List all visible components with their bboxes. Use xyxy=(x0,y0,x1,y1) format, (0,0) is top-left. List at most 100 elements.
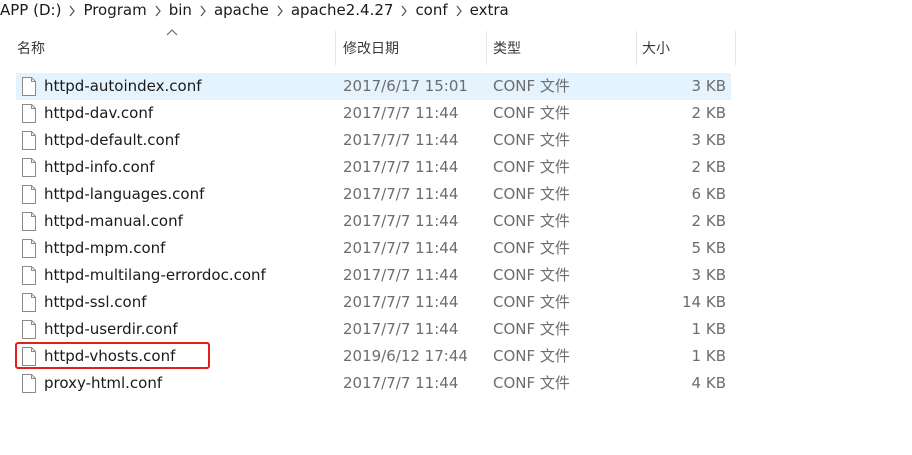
file-size: 4 KB xyxy=(691,374,726,392)
breadcrumb-item[interactable]: Program xyxy=(83,1,146,19)
column-header: 名称 修改日期 类型 大小 xyxy=(0,29,736,65)
breadcrumb-item[interactable]: apache2.4.27 xyxy=(291,1,394,19)
file-size: 1 KB xyxy=(691,347,726,365)
file-row[interactable]: httpd-dav.conf 2017/7/7 11:44 CONF 文件 2 KB xyxy=(0,100,736,127)
file-type: CONF 文件 xyxy=(493,293,570,311)
chevron-right-icon[interactable] xyxy=(192,1,214,19)
file-icon xyxy=(22,185,36,204)
file-row[interactable]: httpd-userdir.conf 2017/7/7 11:44 CONF 文件 1… xyxy=(0,316,736,343)
file-name: httpd-vhosts.conf xyxy=(44,347,176,365)
file-name: httpd-userdir.conf xyxy=(44,320,178,338)
file-date: 2017/7/7 11:44 xyxy=(343,212,459,230)
file-row[interactable]: httpd-ssl.conf 2017/7/7 11:44 CONF 文件 14 KB xyxy=(0,289,736,316)
file-name: httpd-multilang-errordoc.conf xyxy=(44,266,266,284)
breadcrumb-item[interactable]: conf xyxy=(415,1,447,19)
file-name: httpd-mpm.conf xyxy=(44,239,166,257)
file-type: CONF 文件 xyxy=(493,77,570,95)
file-type: CONF 文件 xyxy=(493,104,570,122)
file-explorer: APP (D:) Program bin apache apache2.4.27 conf… xyxy=(0,0,912,455)
file-size: 1 KB xyxy=(691,320,726,338)
file-row[interactable]: httpd-languages.conf 2017/7/7 11:44 CONF 文… xyxy=(0,181,736,208)
column-type-label: 类型 xyxy=(493,41,521,57)
file-icon xyxy=(22,131,36,150)
file-size: 3 KB xyxy=(691,77,726,95)
file-type: CONF 文件 xyxy=(493,239,570,257)
file-size: 6 KB xyxy=(691,185,726,203)
chevron-right-icon[interactable] xyxy=(393,1,415,19)
file-date: 2017/7/7 11:44 xyxy=(343,239,459,257)
chevron-right-icon[interactable] xyxy=(448,1,470,19)
column-date-header[interactable]: 修改日期 xyxy=(343,31,485,65)
file-row[interactable]: httpd-mpm.conf 2017/7/7 11:44 CONF 文件 5 KB xyxy=(0,235,736,262)
file-row[interactable]: httpd-info.conf 2017/7/7 11:44 CONF 文件 2 KB xyxy=(0,154,736,181)
file-row[interactable]: httpd-multilang-errordoc.conf 2017/7/7 11… xyxy=(0,262,736,289)
file-date: 2017/7/7 11:44 xyxy=(343,131,459,149)
column-divider[interactable] xyxy=(486,31,487,65)
column-name-label: 名称 xyxy=(17,41,45,57)
file-name: httpd-autoindex.conf xyxy=(44,77,202,95)
file-icon xyxy=(22,347,36,366)
column-divider[interactable] xyxy=(335,31,336,65)
file-date: 2017/7/7 11:44 xyxy=(343,320,459,338)
file-name: httpd-ssl.conf xyxy=(44,293,147,311)
breadcrumb-item[interactable]: bin xyxy=(169,1,192,19)
file-icon xyxy=(22,374,36,393)
column-type-header[interactable]: 类型 xyxy=(493,31,635,65)
file-type: CONF 文件 xyxy=(493,266,570,284)
file-size: 2 KB xyxy=(691,158,726,176)
file-date: 2017/7/7 11:44 xyxy=(343,158,459,176)
file-list: httpd-autoindex.conf 2017/6/17 15:01 CONF … xyxy=(0,73,736,397)
file-type: CONF 文件 xyxy=(493,131,570,149)
file-name: httpd-languages.conf xyxy=(44,185,205,203)
column-size-label: 大小 xyxy=(642,41,670,57)
file-type: CONF 文件 xyxy=(493,320,570,338)
breadcrumb-item[interactable]: extra xyxy=(470,1,509,19)
file-icon xyxy=(22,293,36,312)
breadcrumb: APP (D:) Program bin apache apache2.4.27 conf… xyxy=(0,0,509,20)
file-type: CONF 文件 xyxy=(493,347,570,365)
file-row[interactable]: httpd-vhosts.conf 2019/6/12 17:44 CONF 文件 1… xyxy=(0,343,736,370)
file-icon xyxy=(22,212,36,231)
file-size: 14 KB xyxy=(682,293,726,311)
breadcrumb-item[interactable]: APP (D:) xyxy=(0,1,61,19)
file-date: 2017/7/7 11:44 xyxy=(343,266,459,284)
file-date: 2017/6/17 15:01 xyxy=(343,77,468,95)
file-name: proxy-html.conf xyxy=(44,374,163,392)
column-name-header[interactable]: 名称 xyxy=(17,31,334,65)
breadcrumb-item[interactable]: apache xyxy=(214,1,269,19)
file-row[interactable]: proxy-html.conf 2017/7/7 11:44 CONF 文件 4 KB xyxy=(0,370,736,397)
file-type: CONF 文件 xyxy=(493,185,570,203)
chevron-right-icon[interactable] xyxy=(269,1,291,19)
file-type: CONF 文件 xyxy=(493,212,570,230)
file-icon xyxy=(22,158,36,177)
file-size: 3 KB xyxy=(691,266,726,284)
file-icon xyxy=(22,320,36,339)
column-date-label: 修改日期 xyxy=(343,41,399,57)
file-date: 2019/6/12 17:44 xyxy=(343,347,468,365)
file-size: 3 KB xyxy=(691,131,726,149)
file-icon xyxy=(22,266,36,285)
chevron-right-icon[interactable] xyxy=(147,1,169,19)
file-name: httpd-dav.conf xyxy=(44,104,154,122)
file-size: 2 KB xyxy=(691,212,726,230)
column-divider[interactable] xyxy=(735,31,736,65)
file-icon xyxy=(22,104,36,123)
file-date: 2017/7/7 11:44 xyxy=(343,185,459,203)
file-row[interactable]: httpd-default.conf 2017/7/7 11:44 CONF 文件 3… xyxy=(0,127,736,154)
file-icon xyxy=(22,77,36,96)
column-size-header[interactable]: 大小 xyxy=(642,31,734,65)
column-divider[interactable] xyxy=(636,31,637,65)
file-name: httpd-manual.conf xyxy=(44,212,183,230)
file-type: CONF 文件 xyxy=(493,158,570,176)
file-icon xyxy=(22,239,36,258)
file-size: 2 KB xyxy=(691,104,726,122)
file-row[interactable]: httpd-manual.conf 2017/7/7 11:44 CONF 文件 2 … xyxy=(0,208,736,235)
file-date: 2017/7/7 11:44 xyxy=(343,104,459,122)
chevron-right-icon[interactable] xyxy=(61,1,83,19)
file-size: 5 KB xyxy=(691,239,726,257)
file-date: 2017/7/7 11:44 xyxy=(343,293,459,311)
file-name: httpd-info.conf xyxy=(44,158,155,176)
file-row[interactable]: httpd-autoindex.conf 2017/6/17 15:01 CONF … xyxy=(0,73,736,100)
file-date: 2017/7/7 11:44 xyxy=(343,374,459,392)
file-type: CONF 文件 xyxy=(493,374,570,392)
